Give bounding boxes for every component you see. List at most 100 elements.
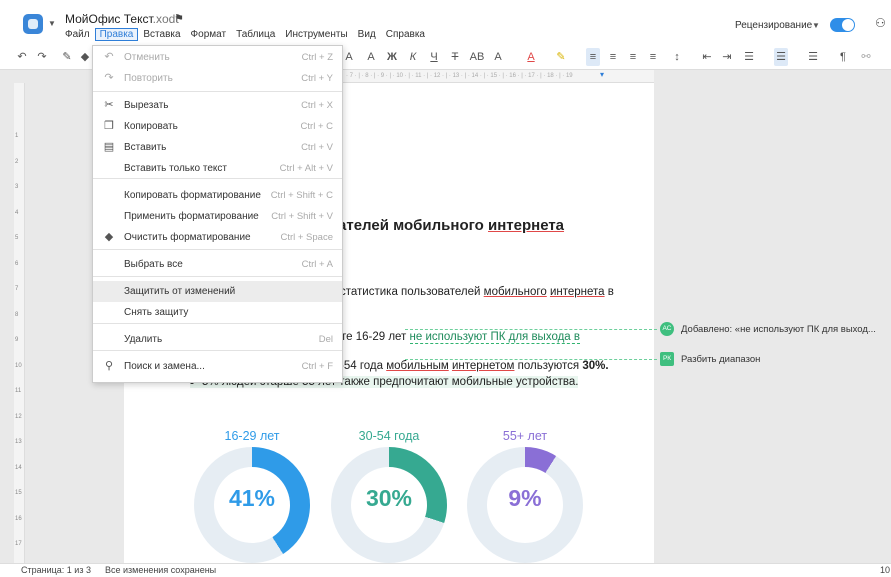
align-center-icon[interactable]: ≡: [606, 48, 620, 66]
menu-item-shortcut: Ctrl + Z: [301, 52, 333, 63]
undo-icon[interactable]: ↶: [16, 48, 28, 66]
menu-item-undo[interactable]: ↶ Отменить Ctrl + Z: [93, 47, 342, 68]
font-size-decrease-button[interactable]: A: [365, 48, 377, 66]
menu-item-redo[interactable]: ↷ Повторить Ctrl + Y: [93, 68, 342, 89]
vruler-number: 8: [15, 311, 19, 318]
review-mode-label[interactable]: Рецензирование: [735, 20, 812, 31]
eraser-icon[interactable]: ◆: [80, 48, 90, 66]
vruler-number: 11: [15, 388, 22, 394]
menu-item-cut[interactable]: ✂ Вырезать Ctrl + X: [93, 95, 342, 116]
align-right-icon[interactable]: ≡: [626, 48, 640, 66]
menu-edit[interactable]: Правка: [94, 28, 139, 41]
app-menu-caret-icon[interactable]: ▼: [48, 19, 56, 28]
menu-item-label: Очистить форматирование: [124, 232, 251, 243]
menu-item-delete[interactable]: Удалить Del: [93, 329, 342, 350]
italic-button[interactable]: К: [408, 48, 418, 66]
app-logo-icon[interactable]: [23, 14, 43, 34]
menu-item-paste[interactable]: ▤ Вставить Ctrl + V: [93, 137, 342, 158]
line-spacing-icon[interactable]: ↕: [670, 48, 684, 66]
vruler-number: 1: [15, 133, 19, 139]
menu-item-clear-formatting[interactable]: ◆ Очистить форматирование Ctrl + Space: [93, 227, 342, 248]
menu-table[interactable]: Таблица: [231, 28, 280, 41]
donut-category-label: 16-29 лет: [224, 429, 280, 443]
zoom-level[interactable]: 10: [880, 564, 890, 577]
comment-card[interactable]: АС Добавлено: «не используют ПК для выхо…: [660, 322, 876, 336]
text-run-flagged: мобильным: [386, 360, 449, 372]
font-size-increase-button[interactable]: A: [344, 48, 354, 66]
align-left-icon[interactable]: ≡: [586, 48, 600, 66]
menu-item-label: Защитить от изменений: [124, 286, 236, 297]
donut-value-label: 30%: [365, 485, 413, 511]
bold-button[interactable]: Ж: [386, 48, 398, 66]
flag-icon[interactable]: ⚑: [174, 12, 184, 25]
menu-item-shortcut: Ctrl + Shift + C: [270, 190, 333, 201]
menu-item-shortcut: Ctrl + Alt + V: [279, 163, 333, 174]
vruler-number: 6: [15, 260, 19, 267]
document-title[interactable]: МойОфис Текст.xodt: [65, 12, 179, 26]
underline-button[interactable]: Ч: [429, 48, 439, 66]
tracked-insertion[interactable]: не используют ПК для выхода в: [409, 331, 580, 344]
users-icon[interactable]: ⚇: [875, 16, 886, 30]
all-caps-button[interactable]: АВ: [468, 48, 486, 66]
bullet-list-icon[interactable]: ☰: [774, 48, 788, 66]
menu-item-copy-formatting[interactable]: Копировать форматирование Ctrl + Shift + …: [93, 185, 342, 206]
text-run: -54 года: [340, 360, 387, 372]
menu-item-shortcut: Ctrl + C: [300, 121, 333, 132]
menu-item-shortcut: Ctrl + Shift + V: [271, 211, 333, 222]
menu-item-unprotect[interactable]: Снять защиту: [93, 302, 342, 323]
menu-file[interactable]: Файл: [60, 28, 95, 41]
paragraph-marks-button[interactable]: ¶: [838, 48, 848, 66]
menu-item-label: Копировать: [124, 121, 178, 132]
search-icon: ⚲: [104, 360, 114, 372]
highlight-icon[interactable]: ✎: [556, 48, 566, 66]
menu-item-find-replace[interactable]: ⚲ Поиск и замена... Ctrl + F: [93, 356, 342, 377]
document-name: МойОфис Текст: [65, 12, 153, 26]
vruler-number: 16: [15, 515, 22, 522]
scissors-icon: ✂: [104, 99, 114, 111]
menu-item-select-all[interactable]: Выбрать все Ctrl + A: [93, 254, 342, 275]
change-case-button[interactable]: А: [493, 48, 503, 66]
copy-icon: ❐: [104, 120, 114, 132]
document-heading: ателей мобильного интернета: [338, 217, 564, 234]
font-color-button[interactable]: А: [526, 48, 536, 66]
indent-increase-icon[interactable]: ⇥: [720, 48, 734, 66]
align-justify-icon[interactable]: ≡: [646, 48, 660, 66]
link-icon[interactable]: ⚯: [860, 48, 872, 66]
menu-format[interactable]: Формат: [186, 28, 232, 41]
menu-view[interactable]: Вид: [353, 28, 381, 41]
format-painter-icon[interactable]: ✎: [62, 48, 72, 66]
chevron-down-icon[interactable]: ▼: [812, 21, 820, 30]
donut-category-label: 55+ лет: [502, 429, 548, 443]
menu-item-apply-formatting[interactable]: Применить форматирование Ctrl + Shift + V: [93, 206, 342, 227]
indent-decrease-icon[interactable]: ⇤: [700, 48, 714, 66]
strikethrough-button[interactable]: Т: [450, 48, 460, 66]
menu-item-copy[interactable]: ❐ Копировать Ctrl + C: [93, 116, 342, 137]
menu-item-shortcut: Ctrl + Space: [280, 232, 333, 243]
ruler-indent-marker[interactable]: ▾: [600, 70, 604, 79]
comment-connector-line: [405, 359, 657, 360]
vruler-number: 15: [15, 490, 22, 496]
menu-item-shortcut: Ctrl + Y: [301, 73, 333, 84]
menu-item-protect[interactable]: Защитить от изменений: [93, 281, 342, 302]
menu-item-label: Снять защиту: [124, 307, 189, 318]
vruler-number: 7: [15, 286, 19, 292]
menu-item-shortcut: Ctrl + A: [301, 259, 333, 270]
comment-connector-line: [405, 329, 657, 330]
donut-ring: 30%: [331, 447, 447, 563]
eraser-icon: ◆: [104, 231, 114, 243]
menu-insert[interactable]: Вставка: [138, 28, 185, 41]
numbered-list-icon[interactable]: ☰: [806, 48, 820, 66]
menu-tools[interactable]: Инструменты: [280, 28, 352, 41]
comment-card[interactable]: РК Разбить диапазон: [660, 352, 760, 366]
redo-icon[interactable]: ↷: [36, 48, 48, 66]
vruler-number: 10: [15, 362, 22, 369]
edit-menu-dropdown: ↶ Отменить Ctrl + Z ↷ Повторить Ctrl + Y ✂ Выре…: [92, 45, 343, 383]
vertical-ruler[interactable]: 1 2 3 4 5 6 7 8 9 10 11 12 13 14 15 16 17: [14, 83, 25, 563]
menu-help[interactable]: Справка: [381, 28, 430, 41]
vruler-number: 2: [15, 158, 19, 165]
paragraph-spacing-icon[interactable]: ☰: [742, 48, 756, 66]
menu-item-paste-text-only[interactable]: Вставить только текст Ctrl + Alt + V: [93, 158, 342, 179]
review-toggle[interactable]: [830, 18, 855, 32]
menu-item-shortcut: Del: [318, 334, 333, 345]
menu-bar: Файл Правка Вставка Формат Таблица Инструмент…: [60, 28, 430, 41]
